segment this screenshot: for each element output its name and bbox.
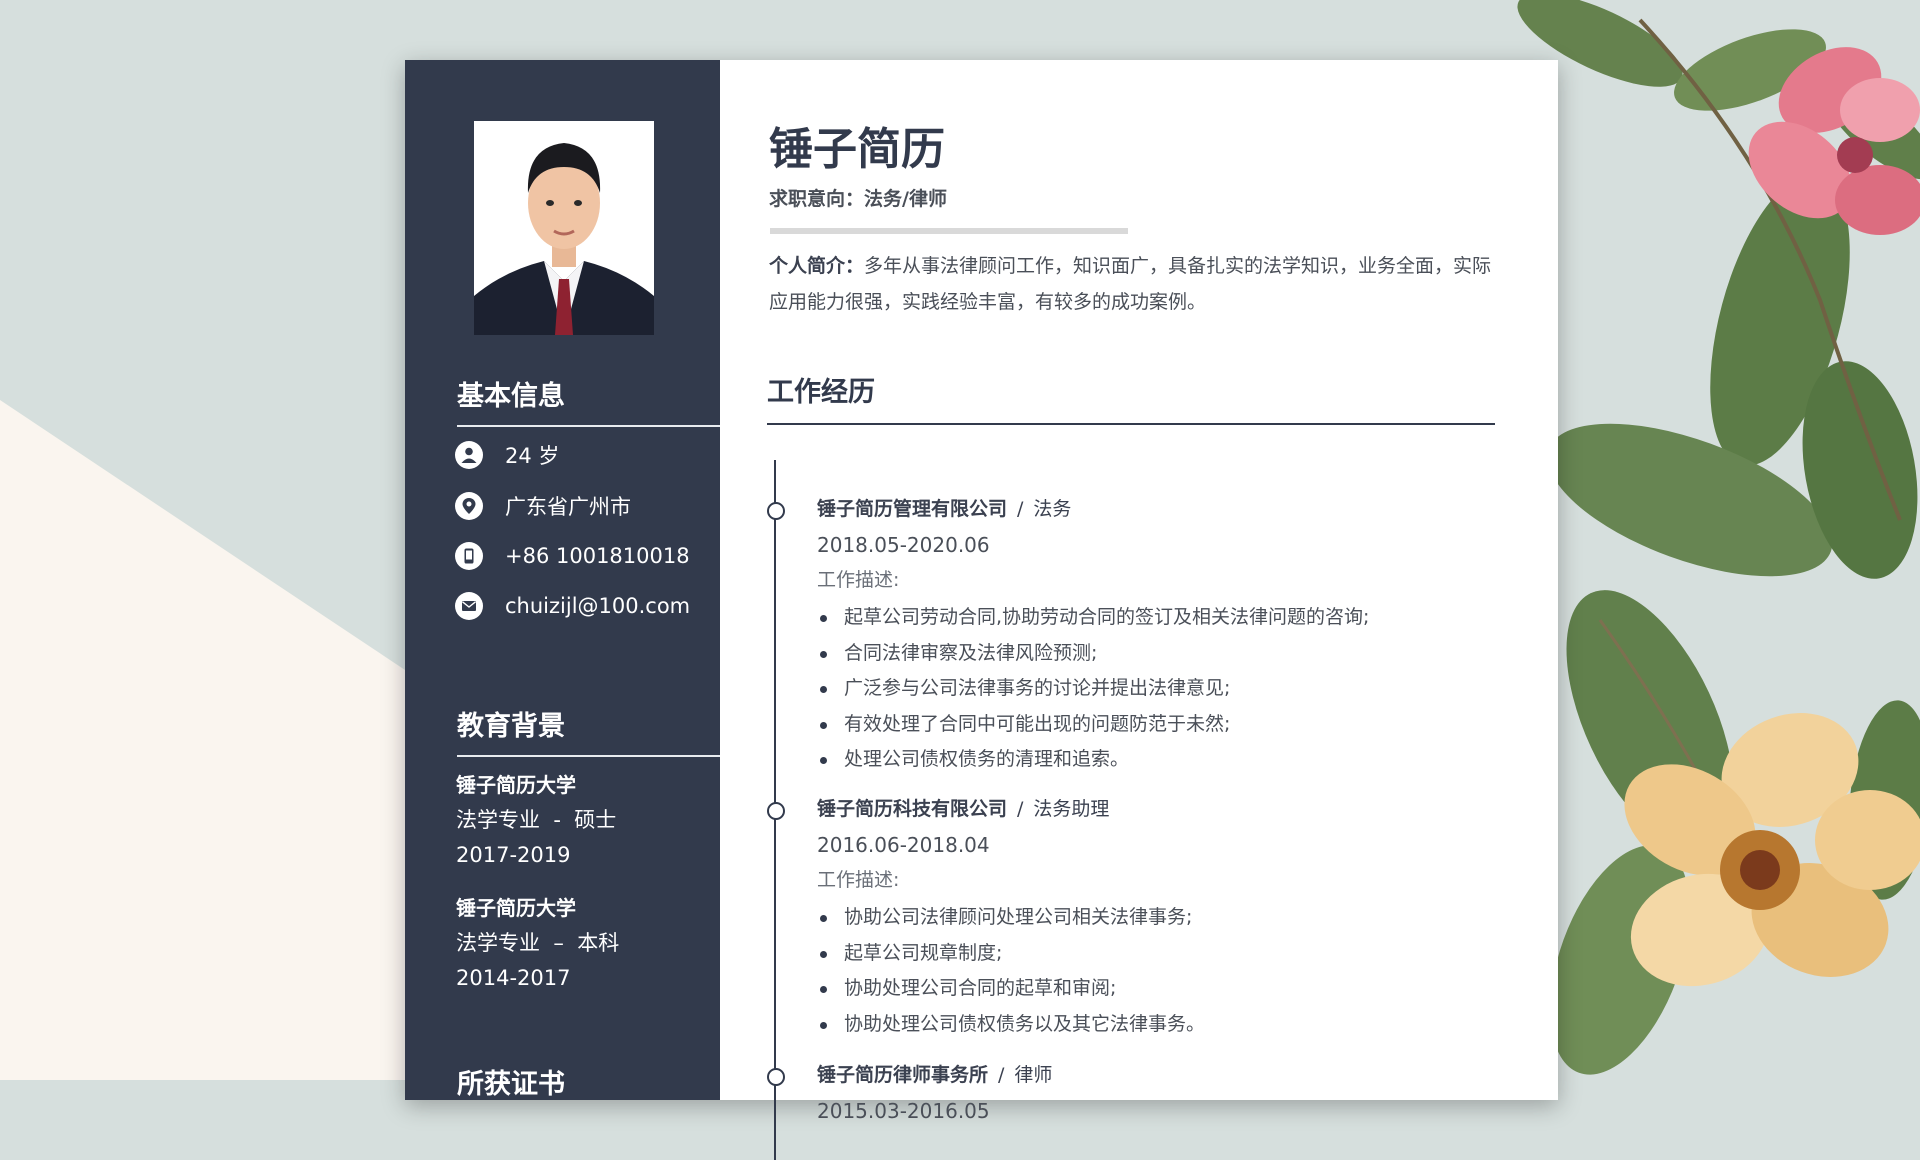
job-bullet-list: 协助公司法律顾问处理公司相关法律事务; 起草公司规章制度; 协助处理公司合同的起… <box>817 900 1205 1042</box>
summary-text: 多年从事法律顾问工作，知识面广，具备扎实的法学知识，业务全面，实际应用能力很强，… <box>769 255 1492 313</box>
job-role: 律师 <box>1014 1064 1053 1086</box>
job-period: 2015.03-2016.05 <box>817 1099 990 1123</box>
location-text: 广东省广州市 <box>505 495 631 519</box>
resume-main: 锤子简历 求职意向：法务/律师 个人简介：多年从事法律顾问工作，知识面广，具备扎… <box>720 60 1558 1160</box>
phone-row: +86 1001810018 <box>455 540 690 572</box>
job-header: 锤子简历管理有限公司 / 法务 <box>817 494 1071 524</box>
job-period: 2016.06-2018.04 <box>817 833 990 857</box>
age-row: 24 岁 <box>455 439 559 471</box>
education-school: 锤子简历大学 <box>456 773 576 797</box>
job-bullet: 有效处理了合同中可能出现的问题防范于未然; <box>817 707 1369 743</box>
education-years: 2017-2019 <box>456 843 571 867</box>
timeline-dot <box>767 802 785 820</box>
job-bullet-list: 起草公司劳动合同,协助劳动合同的签订及相关法律问题的咨询; 合同法律审察及法律风… <box>817 600 1369 778</box>
work-experience-heading: 工作经历 <box>767 376 1495 425</box>
job-intention: 求职意向：法务/律师 <box>769 188 947 210</box>
job-bullet: 起草公司规章制度; <box>817 936 1205 972</box>
job-role: 法务 <box>1033 498 1072 520</box>
summary-label: 个人简介： <box>769 255 865 277</box>
job-separator: / <box>998 1064 1005 1086</box>
personal-summary: 个人简介：多年从事法律顾问工作，知识面广，具备扎实的法学知识，业务全面，实际应用… <box>769 248 1504 320</box>
job-description-label: 工作描述: <box>817 569 900 591</box>
resume-page: 基本信息 24 岁 广东省广州市 +86 1001810018 chuizijl… <box>405 60 1558 1160</box>
education-major: 法学专业 – 本科 <box>456 931 620 955</box>
job-bullet: 合同法律审察及法律风险预测; <box>817 636 1369 672</box>
location-pin-icon <box>455 492 483 520</box>
job-bullet: 广泛参与公司法律事务的讨论并提出法律意见; <box>817 671 1369 707</box>
job-bullet: 处理公司债权债务的清理和追索。 <box>817 742 1369 778</box>
resume-name: 锤子简历 <box>769 124 945 175</box>
resume-sidebar: 基本信息 24 岁 广东省广州市 +86 1001810018 chuizijl… <box>405 60 720 1100</box>
job-company: 锤子简历律师事务所 <box>817 1064 989 1086</box>
education-heading: 教育背景 <box>457 710 720 757</box>
education-entry: 锤子简历大学 法学专业 – 本科 2014-2017 <box>456 891 619 996</box>
timeline-dot <box>767 502 785 520</box>
certificates-heading: 所获证书 <box>457 1069 565 1100</box>
email-row: chuizijl@100.com <box>455 590 690 622</box>
education-entry: 锤子简历大学 法学专业 - 硕士 2017-2019 <box>456 768 616 873</box>
phone-text: +86 1001810018 <box>505 544 690 568</box>
location-row: 广东省广州市 <box>455 490 631 522</box>
job-role: 法务助理 <box>1033 798 1110 820</box>
job-bullet: 协助处理公司合同的起草和审阅; <box>817 971 1205 1007</box>
job-bullet: 协助公司法律顾问处理公司相关法律事务; <box>817 900 1205 936</box>
job-separator: / <box>1017 498 1024 520</box>
job-header: 锤子简历律师事务所 / 律师 <box>817 1060 1052 1090</box>
job-bullet: 起草公司劳动合同,协助劳动合同的签订及相关法律问题的咨询; <box>817 600 1369 636</box>
job-company: 锤子简历管理有限公司 <box>817 498 1008 520</box>
job-separator: / <box>1017 798 1024 820</box>
job-header: 锤子简历科技有限公司 / 法务助理 <box>817 794 1109 824</box>
name-divider <box>770 228 1128 234</box>
age-text: 24 岁 <box>505 444 560 468</box>
mail-icon <box>455 592 483 620</box>
user-icon <box>455 441 483 469</box>
phone-icon <box>455 542 483 570</box>
education-years: 2014-2017 <box>456 966 571 990</box>
job-company: 锤子简历科技有限公司 <box>817 798 1008 820</box>
education-major: 法学专业 - 硕士 <box>456 808 617 832</box>
job-bullet: 协助处理公司债权债务以及其它法律事务。 <box>817 1007 1205 1043</box>
job-period: 2018.05-2020.06 <box>817 533 990 557</box>
basic-info-heading: 基本信息 <box>457 380 720 427</box>
job-description-label: 工作描述: <box>817 869 900 891</box>
education-school: 锤子简历大学 <box>456 896 576 920</box>
email-text: chuizijl@100.com <box>505 594 691 618</box>
timeline-dot <box>767 1068 785 1086</box>
profile-photo <box>474 121 654 335</box>
